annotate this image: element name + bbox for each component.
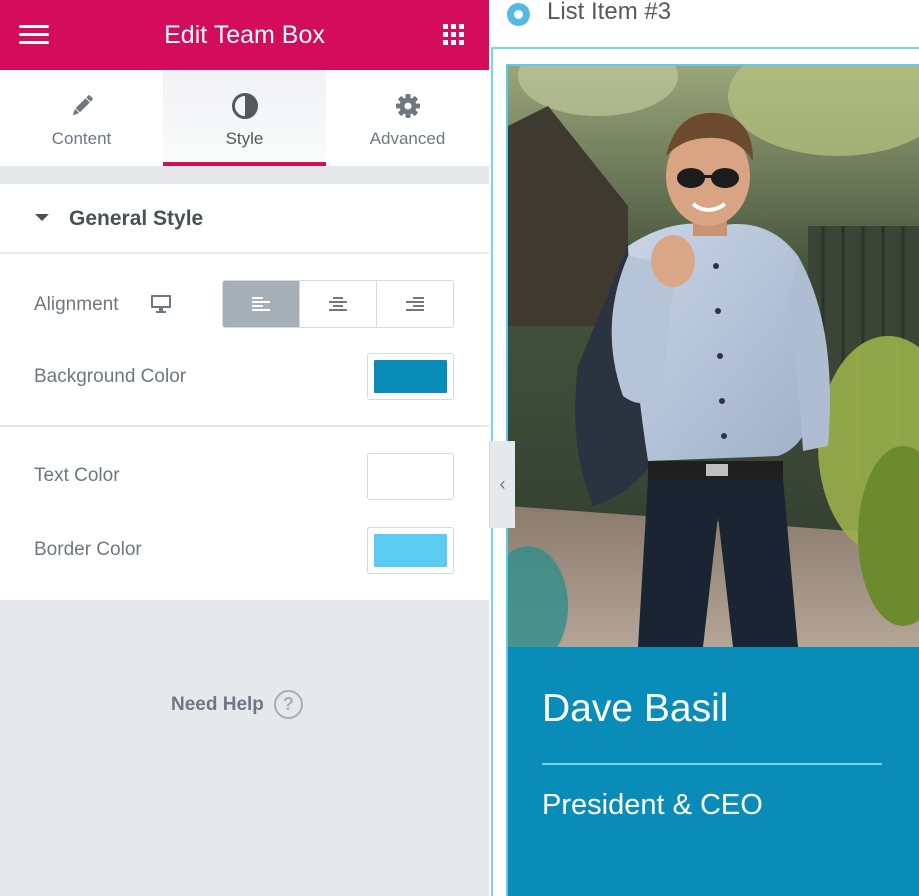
need-help-label: Need Help (171, 693, 264, 715)
collapse-panel-toggle[interactable]: ‹ (489, 441, 515, 528)
team-member-photo (508, 66, 919, 647)
background-color-picker[interactable] (367, 353, 454, 400)
need-help-link[interactable]: Need Help ? (171, 690, 303, 719)
background-color-swatch (374, 360, 447, 393)
border-color-picker[interactable] (367, 527, 454, 574)
background-color-label: Background Color (34, 366, 187, 387)
tab-content-label: Content (51, 129, 112, 148)
border-color-label: Border Color (34, 539, 142, 560)
team-member-role: President & CEO (542, 789, 763, 821)
alignment-label: Alignment (34, 294, 119, 315)
align-center-icon (329, 296, 347, 312)
panel-title: Edit Team Box (164, 21, 325, 49)
team-divider (542, 763, 882, 765)
align-left-icon (252, 296, 270, 312)
align-center-button[interactable] (300, 281, 377, 327)
tab-advanced[interactable]: Advanced (326, 70, 489, 166)
controls-group-1: Alignment Background Color (0, 254, 489, 425)
list-bullet-icon (507, 2, 530, 26)
gear-icon (326, 92, 489, 120)
grid-apps-icon[interactable] (443, 24, 465, 46)
team-member-name: Dave Basil (542, 687, 729, 730)
align-left-button[interactable] (223, 281, 300, 327)
section-general-style-toggle[interactable]: General Style (0, 184, 489, 253)
list-item-text: List Item #3 (547, 0, 672, 25)
chevron-left-icon: ‹ (499, 474, 506, 494)
text-color-label: Text Color (34, 465, 120, 486)
preview-canvas: List Item #3 Dave Basil President & CEO (489, 0, 919, 896)
align-right-icon (406, 296, 424, 312)
desktop-monitor-icon[interactable] (150, 294, 172, 314)
text-color-picker[interactable] (367, 453, 454, 500)
tab-content[interactable]: Content (0, 70, 163, 166)
list-item: List Item #3 (507, 0, 671, 28)
tab-advanced-label: Advanced (369, 129, 446, 148)
question-circle-icon: ? (273, 690, 303, 719)
half-circle-contrast-icon (163, 92, 326, 120)
tab-style[interactable]: Style (163, 70, 326, 166)
controls-group-2: Text Color Border Color (0, 427, 489, 600)
align-right-button[interactable] (377, 281, 453, 327)
border-color-swatch (374, 534, 447, 567)
team-box-widget[interactable]: Dave Basil President & CEO (506, 64, 919, 896)
text-color-swatch (374, 460, 447, 493)
panel-tabs: Content Style Advanced (0, 70, 489, 166)
alignment-choices (222, 280, 454, 328)
panel-header: Edit Team Box (0, 0, 489, 70)
editor-panel: Edit Team Box Content Style Advanced Gen… (0, 0, 489, 896)
pencil-icon (0, 92, 163, 120)
tab-style-label: Style (225, 129, 264, 148)
caret-down-icon (35, 214, 49, 221)
section-title: General Style (69, 207, 204, 230)
